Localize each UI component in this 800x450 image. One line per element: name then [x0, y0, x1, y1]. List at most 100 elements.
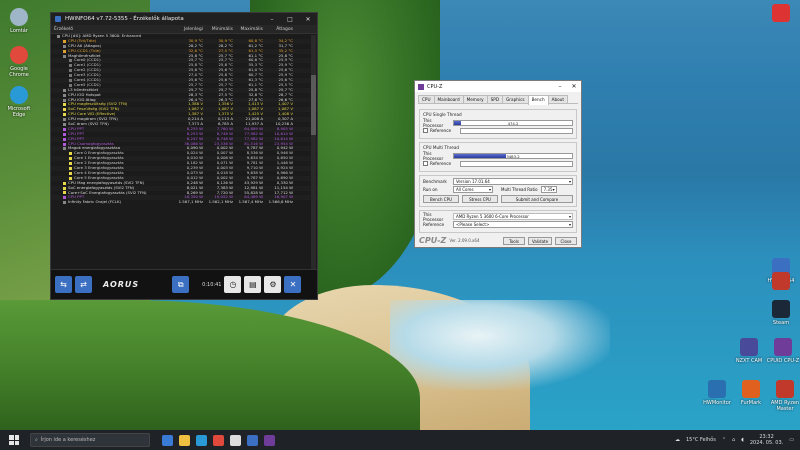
sensor-icon: [69, 74, 72, 78]
scrollbar-thumb[interactable]: [311, 75, 316, 135]
taskbar-app-icon[interactable]: [247, 434, 258, 446]
arrows-left-right-icon[interactable]: ⇆: [55, 276, 72, 293]
desktop-icon[interactable]: AMD Ryzen Master: [768, 380, 800, 412]
sensor-icon: [63, 93, 66, 97]
single-thread-score: 474.2: [507, 120, 519, 126]
sensor-icon: [63, 88, 66, 92]
network-tray-icon[interactable]: ⌂: [732, 437, 735, 443]
hwinfo-sensor-list[interactable]: CPU [#0]: AMD Ryzen 5 3600: Enhanced CPU …: [51, 34, 317, 268]
desktop-icon-label: NZXT CAM: [735, 358, 763, 364]
taskbar-app-icon[interactable]: [213, 434, 224, 446]
sensor-icon: [69, 78, 72, 82]
sensor-icon: [69, 152, 72, 156]
col-header-sensor[interactable]: Érzékelő: [51, 27, 175, 32]
desktop-icon[interactable]: Google Chrome: [2, 46, 36, 78]
cpuz-title-bar[interactable]: CPU-Z – ✕: [415, 81, 581, 92]
tab-memory[interactable]: Memory: [462, 95, 488, 103]
bench-cpu-button[interactable]: Bench CPU: [423, 194, 459, 203]
taskbar-apps: [162, 434, 275, 446]
multi-thread-group: CPU Multi Thread This Processor 3483.2 R…: [419, 142, 577, 172]
taskbar-app-icon[interactable]: [264, 434, 275, 446]
minimize-icon[interactable]: –: [263, 16, 281, 23]
weather-text[interactable]: 15°C Felhős: [686, 437, 716, 443]
desktop-icon[interactable]: [764, 272, 798, 292]
desktop: Lomtár Google Chrome Microsoft Edge HWiNFO…: [0, 0, 800, 430]
tab-mainboard[interactable]: Mainboard: [433, 95, 464, 103]
clock-icon[interactable]: ◷: [224, 276, 242, 293]
sensor-value: 1.566,6 MHz: [268, 200, 293, 205]
maximize-icon[interactable]: □: [281, 16, 299, 23]
col-header-avg[interactable]: Átlagos: [265, 27, 295, 32]
processor-name: AMD Ryzen 5 3600 6-Core Processor: [453, 213, 573, 220]
tab-cpu[interactable]: CPU: [418, 95, 435, 103]
sensor-row[interactable]: Infinity Fabric Órajel (FCLK) 1.567,1 MHz…: [51, 200, 317, 205]
app-icon: [772, 4, 790, 22]
tab-about[interactable]: About: [547, 95, 569, 103]
hwinfo-title-bar[interactable]: HWiNFO64 v7.72-5355 - Érzékelők állapota…: [51, 13, 317, 25]
validate-button[interactable]: Validate: [528, 236, 552, 245]
close-button[interactable]: Close: [555, 236, 577, 245]
reference-select[interactable]: <Please Select>: [453, 221, 573, 228]
close-sensors-icon[interactable]: ✕: [284, 276, 302, 293]
volume-icon[interactable]: ◖: [741, 437, 744, 443]
stress-cpu-button[interactable]: Stress CPU: [462, 194, 498, 203]
desktop-icon[interactable]: Microsoft Edge: [2, 86, 36, 118]
desktop-icon[interactable]: [764, 4, 798, 24]
taskbar-clock[interactable]: 23:32 2024. 05. 03.: [750, 434, 783, 446]
single-thread-group: CPU Single Thread This Processor 474.2 R…: [419, 109, 577, 139]
col-header-current[interactable]: Jelenlegi: [175, 27, 205, 32]
desktop-icon-label: Microsoft Edge: [7, 106, 31, 118]
sensor-icon: [69, 83, 72, 87]
arrows-expand-icon[interactable]: ⇄: [75, 276, 92, 293]
taskbar-app-icon[interactable]: [230, 434, 241, 446]
close-icon[interactable]: ✕: [567, 83, 581, 90]
sensor-icon: [63, 39, 66, 43]
taskbar-search[interactable]: ⌕ Írjon ide a kereséshez: [30, 433, 150, 447]
settings-icon[interactable]: ⚙: [264, 276, 282, 293]
search-placeholder: Írjon ide a kereséshez: [40, 437, 96, 443]
sensor-icon: [63, 132, 66, 136]
col-header-max[interactable]: Maximális: [235, 27, 265, 32]
sensor-icon: [63, 201, 66, 205]
single-reference-checkbox[interactable]: [423, 128, 428, 133]
taskbar-app-icon[interactable]: [162, 434, 173, 446]
desktop-icon-label: Lomtár: [10, 28, 28, 34]
close-icon[interactable]: ✕: [299, 16, 317, 23]
hwinfo-footer: ⇆ ⇄ AORUS ⧉ 0:10:41 ◷ ▤ ⚙ ✕: [51, 269, 317, 299]
tab-bench[interactable]: Bench: [527, 95, 549, 105]
start-icon[interactable]: [6, 432, 22, 448]
tab-spd[interactable]: SPD: [486, 95, 504, 103]
runon-select[interactable]: All Cores: [453, 186, 493, 193]
taskbar-app-icon[interactable]: [196, 434, 207, 446]
wallpaper-surf: [390, 300, 610, 390]
sensor-value: 1.567,1 MHz: [178, 200, 203, 205]
report-icon[interactable]: ▤: [244, 276, 262, 293]
hwinfo-scrollbar[interactable]: [311, 35, 316, 269]
hwinfo-title: HWiNFO64 v7.72-5355 - Érzékelők állapota: [65, 16, 184, 22]
elapsed-time: 0:10:41: [202, 281, 222, 288]
desktop-icon[interactable]: HWMonitor: [700, 380, 734, 406]
desktop-icon[interactable]: Steam: [764, 300, 798, 326]
minimize-icon[interactable]: –: [553, 83, 567, 90]
multi-reference-checkbox[interactable]: [423, 161, 428, 166]
desktop-icon[interactable]: FurMark: [734, 380, 768, 406]
network-icon[interactable]: ⧉: [172, 276, 190, 293]
desktop-icon[interactable]: NZXT CAM: [732, 338, 766, 364]
hwinfo-window[interactable]: HWiNFO64 v7.72-5355 - Érzékelők állapota…: [50, 12, 318, 300]
benchmark-group: Benchmark Version 17.01.64 Run on All Co…: [419, 175, 577, 207]
tray-chevron-icon[interactable]: ⌃: [722, 437, 726, 443]
benchmark-version-select[interactable]: Version 17.01.64: [453, 178, 573, 185]
tab-graphics[interactable]: Graphics: [502, 95, 529, 103]
taskbar-app-icon[interactable]: [179, 434, 190, 446]
submit-compare-button[interactable]: Submit and Compare: [501, 194, 573, 203]
app-icon: [776, 380, 794, 398]
sensor-name-cell: Infinity Fabric Órajel (FCLK): [51, 200, 175, 205]
desktop-icon[interactable]: CPUID CPU-Z: [766, 338, 800, 364]
cpuz-window[interactable]: CPU-Z – ✕ CPU Mainboard Memory SPD Graphics B…: [414, 80, 582, 248]
desktop-icon[interactable]: Lomtár: [2, 8, 36, 34]
app-icon: [10, 46, 28, 64]
notifications-icon[interactable]: ▭: [789, 437, 794, 443]
col-header-min[interactable]: Minimális: [205, 27, 235, 32]
tools-button[interactable]: Tools: [503, 236, 525, 245]
single-this-label: This Processor: [423, 117, 444, 128]
